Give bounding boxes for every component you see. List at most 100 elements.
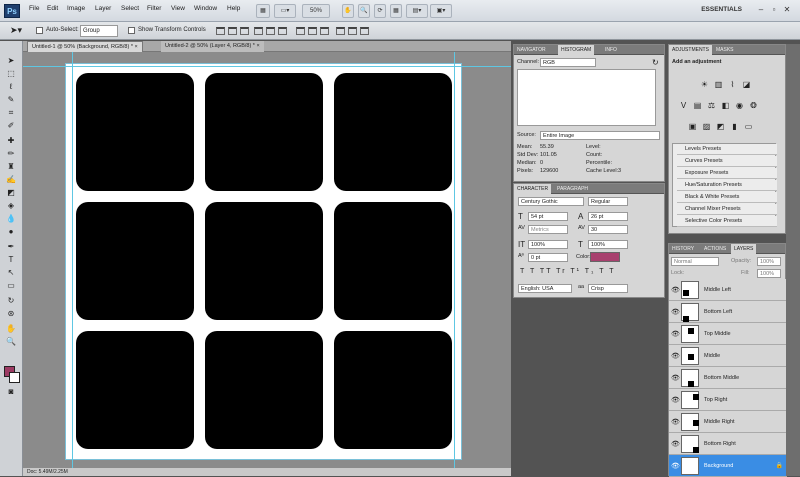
history-brush-tool-icon[interactable]: ✍ xyxy=(5,174,17,185)
preset-curves[interactable]: Curves Presets xyxy=(677,156,777,167)
tab-layers[interactable]: LAYERS xyxy=(731,244,757,254)
quick-select-tool-icon[interactable]: ✎ xyxy=(5,94,17,105)
leading-field[interactable]: 26 pt xyxy=(588,212,628,221)
brightness-icon[interactable]: ☀ xyxy=(699,79,710,90)
background-color-swatch[interactable] xyxy=(9,372,20,383)
opacity-field[interactable]: 100% xyxy=(757,257,781,266)
quick-mask-icon[interactable]: ◙ xyxy=(5,386,17,397)
align-distribute-icon[interactable] xyxy=(336,27,345,35)
layer-row[interactable]: 👁 Middle Left xyxy=(669,279,787,301)
align-distribute-icon[interactable] xyxy=(320,27,329,35)
zoom-tool-icon[interactable]: 🔍 xyxy=(5,336,17,347)
font-style-dropdown[interactable]: Regular xyxy=(588,197,628,206)
blur-tool-icon[interactable]: 💧 xyxy=(5,213,17,224)
preset-selective-color[interactable]: Selective Color Presets xyxy=(677,216,777,227)
tab-untitled-1[interactable]: Untitled-1 @ 50% (Background, RGB/8) * × xyxy=(27,41,143,52)
tab-masks[interactable]: MASKS xyxy=(713,45,737,55)
lasso-tool-icon[interactable]: ℓ xyxy=(5,81,17,92)
align-distribute-icon[interactable] xyxy=(254,27,263,35)
vertical-scale-field[interactable]: 100% xyxy=(528,240,568,249)
tab-character[interactable]: CHARACTER xyxy=(514,184,552,194)
tab-histogram[interactable]: HISTOGRAM xyxy=(558,45,595,55)
menu-file[interactable]: File xyxy=(29,5,39,12)
preset-channel-mixer[interactable]: Channel Mixer Presets xyxy=(677,204,777,215)
restore-icon[interactable]: ▫ xyxy=(769,5,779,15)
shape-tool-icon[interactable]: ▭ xyxy=(5,280,17,291)
align-distribute-icon[interactable] xyxy=(228,27,237,35)
screen-mode-icon[interactable]: ▭▾ xyxy=(274,4,296,18)
channel-mixer-icon[interactable]: ❂ xyxy=(748,100,759,111)
align-distribute-icon[interactable] xyxy=(308,27,317,35)
3d-rotate-tool-icon[interactable]: ↻ xyxy=(5,295,17,306)
posterize-icon[interactable]: ▨ xyxy=(701,121,712,132)
eye-icon[interactable]: 👁 xyxy=(671,440,680,448)
blend-mode-dropdown[interactable]: Normal xyxy=(671,257,719,266)
invert-icon[interactable]: ▣ xyxy=(687,121,698,132)
eye-icon[interactable]: 👁 xyxy=(671,352,680,360)
eye-icon[interactable]: 👁 xyxy=(671,308,680,316)
layer-row[interactable]: 👁 Bottom Right xyxy=(669,433,787,455)
preset-levels[interactable]: Levels Presets xyxy=(677,144,777,155)
menu-help[interactable]: Help xyxy=(227,5,240,12)
align-distribute-icon[interactable] xyxy=(296,27,305,35)
layer-row[interactable]: 👁 Middle Right xyxy=(669,411,787,433)
stamp-tool-icon[interactable]: ♜ xyxy=(5,161,17,172)
vibrance-icon[interactable]: V xyxy=(678,100,689,111)
hand-tool-icon[interactable]: ✋ xyxy=(5,323,17,334)
show-transform-checkbox[interactable] xyxy=(128,27,135,34)
hue-saturation-icon[interactable]: ▤ xyxy=(692,100,703,111)
baseline-shift-field[interactable]: 0 pt xyxy=(528,253,568,262)
arrange-docs-icon[interactable]: ▤▾ xyxy=(406,4,428,18)
color-balance-icon[interactable]: ⚖ xyxy=(706,100,717,111)
text-color-swatch[interactable] xyxy=(590,252,620,262)
text-style-buttons[interactable]: T T TT Tr T¹ T₁ T T xyxy=(520,268,615,275)
auto-select-dropdown[interactable]: Group xyxy=(80,25,118,37)
close-icon[interactable]: ✕ xyxy=(782,5,792,15)
menu-image[interactable]: Image xyxy=(67,5,85,12)
eye-icon[interactable]: 👁 xyxy=(671,286,680,294)
selective-color-icon[interactable]: ▭ xyxy=(743,121,754,132)
align-distribute-icon[interactable] xyxy=(240,27,249,35)
eye-icon[interactable]: 👁 xyxy=(671,330,680,338)
healing-tool-icon[interactable]: ✚ xyxy=(5,135,17,146)
crop-tool-icon[interactable]: ⌗ xyxy=(5,107,17,118)
preset-hue-saturation[interactable]: Hue/Saturation Presets xyxy=(677,180,777,191)
tab-close-icon[interactable]: × xyxy=(135,44,138,50)
marquee-tool-icon[interactable]: ⬚ xyxy=(5,68,17,79)
threshold-icon[interactable]: ◩ xyxy=(715,121,726,132)
bridge-icon[interactable]: ▦ xyxy=(256,4,270,18)
gradient-tool-icon[interactable]: ◈ xyxy=(5,200,17,211)
gradient-map-icon[interactable]: ▮ xyxy=(729,121,740,132)
antialias-dropdown[interactable]: Crisp xyxy=(588,284,628,293)
source-dropdown[interactable]: Entire Image xyxy=(540,131,660,140)
align-distribute-icon[interactable] xyxy=(266,27,275,35)
eye-icon[interactable]: 👁 xyxy=(671,374,680,382)
tab-info[interactable]: INFO xyxy=(602,45,620,55)
dodge-tool-icon[interactable]: ● xyxy=(5,226,17,237)
tab-paragraph[interactable]: PARAGRAPH xyxy=(554,184,591,194)
hand-icon[interactable]: ✋ xyxy=(342,4,354,18)
black-white-icon[interactable]: ◧ xyxy=(720,100,731,111)
eyedropper-tool-icon[interactable]: ✐ xyxy=(5,120,17,131)
brush-tool-icon[interactable]: ✏ xyxy=(5,148,17,159)
levels-icon[interactable]: ▥ xyxy=(713,79,724,90)
move-tool-icon[interactable]: ➤▾ xyxy=(10,25,22,36)
type-tool-icon[interactable]: T xyxy=(5,254,17,265)
tab-close-icon[interactable]: × xyxy=(256,43,259,49)
language-dropdown[interactable]: English: USA xyxy=(518,284,572,293)
grid-icon[interactable]: ▦ xyxy=(390,4,402,18)
eye-icon[interactable]: 👁 xyxy=(671,462,680,470)
tab-untitled-2[interactable]: Untitled-2 @ 50% (Layer 4, RGB/8) * × xyxy=(161,41,264,52)
layer-row[interactable]: 👁 Bottom Left xyxy=(669,301,787,323)
tab-navigator[interactable]: NAVIGATOR xyxy=(514,45,549,55)
screen-mode-2-icon[interactable]: ▣▾ xyxy=(430,4,452,18)
3d-orbit-tool-icon[interactable]: ⊛ xyxy=(5,308,17,319)
font-family-dropdown[interactable]: Century Gothic xyxy=(518,197,584,206)
layer-row[interactable]: 👁 Top Middle xyxy=(669,323,787,345)
auto-select-checkbox[interactable] xyxy=(36,27,43,34)
preset-exposure[interactable]: Exposure Presets xyxy=(677,168,777,179)
eraser-tool-icon[interactable]: ◩ xyxy=(5,187,17,198)
menu-filter[interactable]: Filter xyxy=(147,5,161,12)
preset-black-white[interactable]: Black & White Presets xyxy=(677,192,777,203)
layer-row[interactable]: 👁 Background 🔒 xyxy=(669,455,787,477)
